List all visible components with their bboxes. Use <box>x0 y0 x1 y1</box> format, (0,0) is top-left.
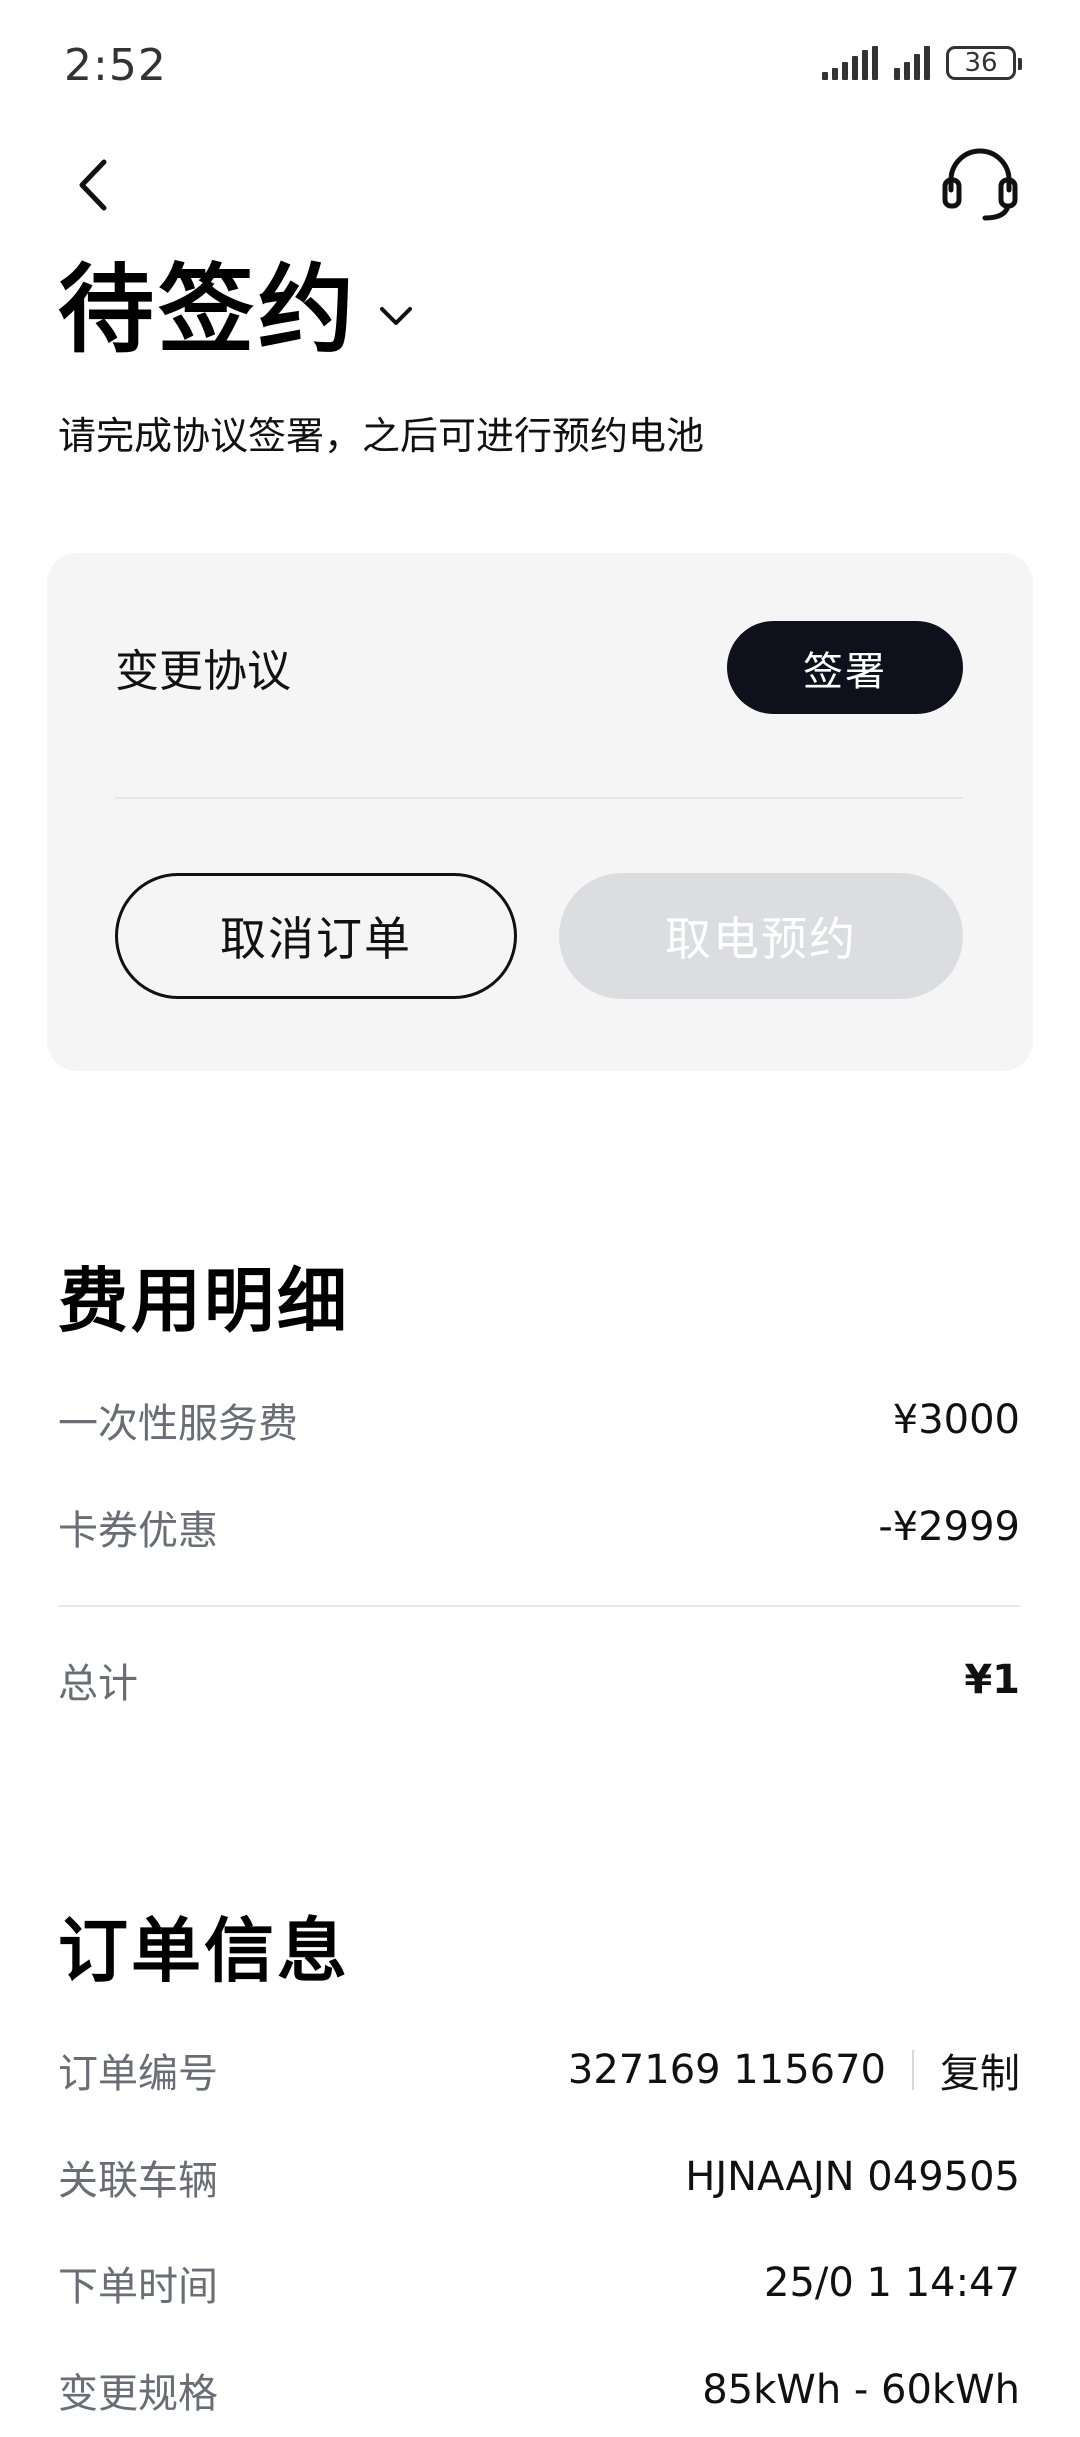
discount-label: 卡券优惠 <box>58 1508 218 1554</box>
page-title: 待签约 <box>58 254 358 366</box>
sign-button[interactable]: 签署 <box>727 621 963 714</box>
back-arrow-icon <box>79 159 107 211</box>
battery-reservation-button[interactable]: 取电预约 <box>559 873 963 999</box>
headset-icon <box>942 148 1018 221</box>
vehicle-row: 关联车辆 HJNAAJN 049505 <box>58 2147 1020 2207</box>
page-subtitle: 请完成协议签署，之后可进行预约电池 <box>58 414 705 458</box>
signal-icon <box>822 46 878 80</box>
order-number-value: 327169 115670 <box>567 2047 886 2093</box>
status-time: 2:52 <box>64 40 167 91</box>
agreement-label: 变更协议 <box>115 646 291 697</box>
divider <box>58 1605 1020 1607</box>
agreement-card: 变更协议 签署 取消订单 取电预约 <box>47 553 1033 1071</box>
discount-value: -¥2999 <box>878 1504 1020 1550</box>
spec-change-label: 变更规格 <box>58 2371 218 2417</box>
fee-row: 一次性服务费 ¥3000 <box>58 1390 1020 1450</box>
cancel-order-button[interactable]: 取消订单 <box>115 873 517 999</box>
status-title-row[interactable]: 待签约 <box>58 255 416 365</box>
order-number-row: 订单编号 327169 115670 复制 <box>58 2040 1020 2100</box>
total-label: 总计 <box>58 1661 138 1707</box>
order-info-section-title: 订单信息 <box>58 1910 350 1992</box>
order-number-label: 订单编号 <box>58 2051 218 2097</box>
fees-section-title: 费用明细 <box>58 1260 350 1342</box>
copy-button[interactable]: 复制 <box>940 2041 1020 2099</box>
signal-icon <box>894 46 930 80</box>
total-value: ¥1 <box>964 1657 1020 1703</box>
fee-row: 卡券优惠 -¥2999 <box>58 1497 1020 1557</box>
battery-icon: 36 <box>946 46 1022 80</box>
spec-change-row: 变更规格 85kWh - 60kWh <box>58 2360 1020 2420</box>
fee-label: 一次性服务费 <box>58 1401 298 1447</box>
back-button[interactable] <box>60 150 130 220</box>
chevron-down-icon <box>380 307 412 325</box>
status-icons: 36 <box>822 46 1022 80</box>
spec-change-value: 85kWh - 60kWh <box>702 2367 1020 2413</box>
fee-value: ¥3000 <box>892 1397 1020 1443</box>
total-row: 总计 ¥1 <box>58 1650 1020 1710</box>
order-time-value: 25/0 1 14:47 <box>764 2260 1020 2306</box>
navigation-bar <box>0 130 1080 240</box>
order-time-label: 下单时间 <box>58 2264 218 2310</box>
divider <box>912 2050 914 2090</box>
order-time-row: 下单时间 25/0 1 14:47 <box>58 2253 1020 2313</box>
vehicle-label: 关联车辆 <box>58 2158 218 2204</box>
customer-service-button[interactable] <box>935 138 1025 228</box>
vehicle-value: HJNAAJN 049505 <box>685 2154 1020 2200</box>
divider <box>115 797 963 799</box>
status-bar: 2:52 36 <box>0 0 1080 130</box>
